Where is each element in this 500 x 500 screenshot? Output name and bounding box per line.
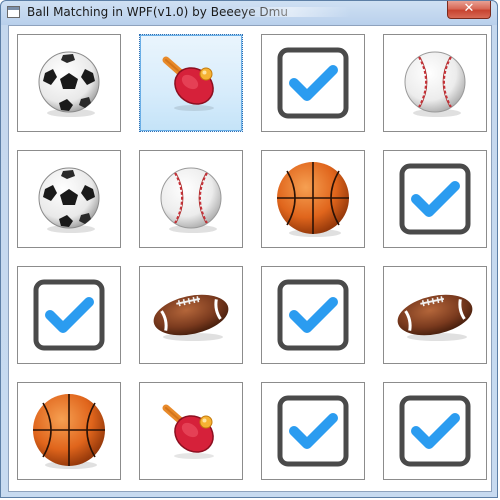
card[interactable] — [383, 34, 487, 132]
football-icon — [153, 294, 229, 341]
game-board — [8, 25, 492, 492]
check-mark-icon — [277, 47, 349, 119]
card[interactable] — [17, 382, 121, 480]
ping-pong-paddle-icon — [162, 404, 214, 459]
baseball-icon — [404, 51, 466, 117]
app-window: Ball Matching in WPF(v1.0) by Beeeye Dmu… — [0, 0, 498, 498]
card[interactable] — [139, 34, 243, 132]
basketball-icon — [277, 162, 349, 237]
title-bar-glass — [231, 7, 351, 17]
check-mark-icon — [277, 395, 349, 467]
title-bar[interactable]: Ball Matching in WPF(v1.0) by Beeeye Dmu… — [1, 1, 497, 25]
card[interactable] — [261, 150, 365, 248]
card[interactable] — [139, 382, 243, 480]
check-mark-icon — [33, 279, 105, 351]
card[interactable] — [383, 266, 487, 364]
check-mark-icon — [399, 395, 471, 467]
card-grid — [17, 34, 487, 480]
check-mark-icon — [277, 279, 349, 351]
matched-card[interactable] — [17, 266, 121, 364]
card[interactable] — [139, 266, 243, 364]
basketball-icon — [33, 394, 105, 469]
card[interactable] — [139, 150, 243, 248]
close-button[interactable]: ✕ — [447, 1, 491, 19]
card[interactable] — [17, 150, 121, 248]
matched-card[interactable] — [261, 34, 365, 132]
matched-card[interactable] — [383, 150, 487, 248]
football-icon — [397, 294, 473, 341]
card[interactable] — [17, 34, 121, 132]
window-icon[interactable] — [7, 6, 20, 18]
soccer-ball-icon — [38, 51, 100, 117]
ping-pong-paddle-icon — [162, 56, 214, 111]
check-mark-icon — [399, 163, 471, 235]
soccer-ball-icon — [38, 167, 100, 233]
matched-card[interactable] — [383, 382, 487, 480]
matched-card[interactable] — [261, 382, 365, 480]
baseball-icon — [160, 167, 222, 233]
matched-card[interactable] — [261, 266, 365, 364]
